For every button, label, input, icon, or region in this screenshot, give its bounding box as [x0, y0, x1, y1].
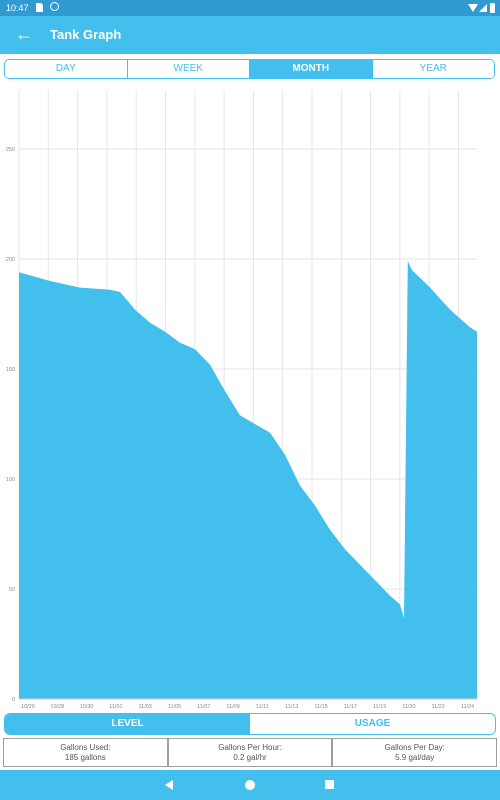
y-tick-label: 50: [9, 587, 15, 593]
x-tick-label: 10/28: [50, 704, 64, 710]
level-area: [19, 261, 477, 699]
tab-level[interactable]: LEVEL: [5, 714, 250, 734]
x-tick-label: 10/26: [21, 704, 35, 710]
nav-home-icon[interactable]: [245, 780, 255, 790]
y-tick-label: 150: [6, 367, 15, 373]
stat-gallons-per-hour: Gallons Per Hour: 0.2 gal/hr: [169, 739, 334, 766]
battery-icon: [490, 3, 495, 13]
status-time: 10:47: [6, 3, 29, 13]
sd-card-icon: [36, 3, 43, 12]
x-tick-label: 10/30: [80, 704, 94, 710]
stat-value: 5.9 gal/day: [395, 753, 435, 762]
y-tick-label: 100: [6, 477, 15, 483]
x-tick-label: 11/01: [109, 704, 122, 710]
x-tick-labels: 10/26 10/28 10/30 11/01 11/03 11/05 11/07 11/09…: [21, 704, 474, 710]
x-tick-label: 11/20: [402, 704, 415, 710]
nav-recents-icon[interactable]: [325, 780, 334, 789]
tab-day[interactable]: DAY: [5, 60, 128, 78]
range-tabs: DAY WEEK MONTH YEAR: [4, 59, 495, 79]
x-tick-label: 11/15: [314, 704, 327, 710]
stat-label: Gallons Per Hour:: [218, 743, 282, 752]
x-tick-label: 11/03: [139, 704, 152, 710]
x-tick-label: 11/17: [344, 704, 357, 710]
tab-month[interactable]: MONTH: [250, 60, 373, 78]
y-tick-labels: 0 50 100 150 200 250: [6, 147, 15, 703]
page-title: Tank Graph: [50, 27, 122, 42]
stat-gallons-per-day: Gallons Per Day: 5.9 gal/day: [333, 739, 496, 766]
tab-week[interactable]: WEEK: [127, 60, 250, 78]
stat-label: Gallons Used:: [60, 743, 111, 752]
x-tick-label: 11/24: [461, 704, 474, 710]
nav-back-icon[interactable]: [165, 780, 173, 790]
y-tick-label: 0: [12, 697, 15, 703]
x-tick-label: 11/09: [226, 704, 239, 710]
x-tick-label: 11/05: [168, 704, 181, 710]
arrow-left-icon[interactable]: ←: [15, 24, 33, 44]
x-tick-label: 11/19: [373, 704, 386, 710]
x-tick-label: 11/22: [432, 704, 445, 710]
stat-value: 185 gallons: [64, 753, 106, 762]
status-bar: 10:47: [0, 0, 500, 16]
signal-icon: [479, 4, 487, 12]
x-tick-label: 11/13: [285, 704, 298, 710]
sync-icon: [50, 2, 59, 11]
stat-value: 0.2 gal/hr: [233, 753, 267, 762]
x-tick-label: 11/07: [197, 704, 210, 710]
stat-label: Gallons Per Day:: [384, 743, 445, 752]
chart-svg: 0 50 100 150 200 250 10/26 10/28 10/30 11/01 11/0…: [6, 90, 478, 710]
y-tick-label: 200: [6, 257, 15, 263]
tab-year[interactable]: YEAR: [372, 60, 494, 78]
x-tick-label: 11/11: [256, 704, 269, 710]
stat-gallons-used: Gallons Used: 185 gallons: [4, 739, 169, 766]
tank-level-chart: 0 50 100 150 200 250 10/26 10/28 10/30 11/01 11/0…: [0, 88, 500, 712]
system-nav-bar: [0, 770, 500, 800]
mode-tabs: LEVEL USAGE: [4, 713, 496, 735]
wifi-icon: [468, 4, 478, 12]
stats-panel: Gallons Used: 185 gallons Gallons Per Ho…: [3, 738, 497, 767]
tab-usage[interactable]: USAGE: [250, 714, 495, 734]
y-tick-label: 250: [6, 147, 15, 153]
app-bar: ← Tank Graph: [0, 16, 500, 54]
